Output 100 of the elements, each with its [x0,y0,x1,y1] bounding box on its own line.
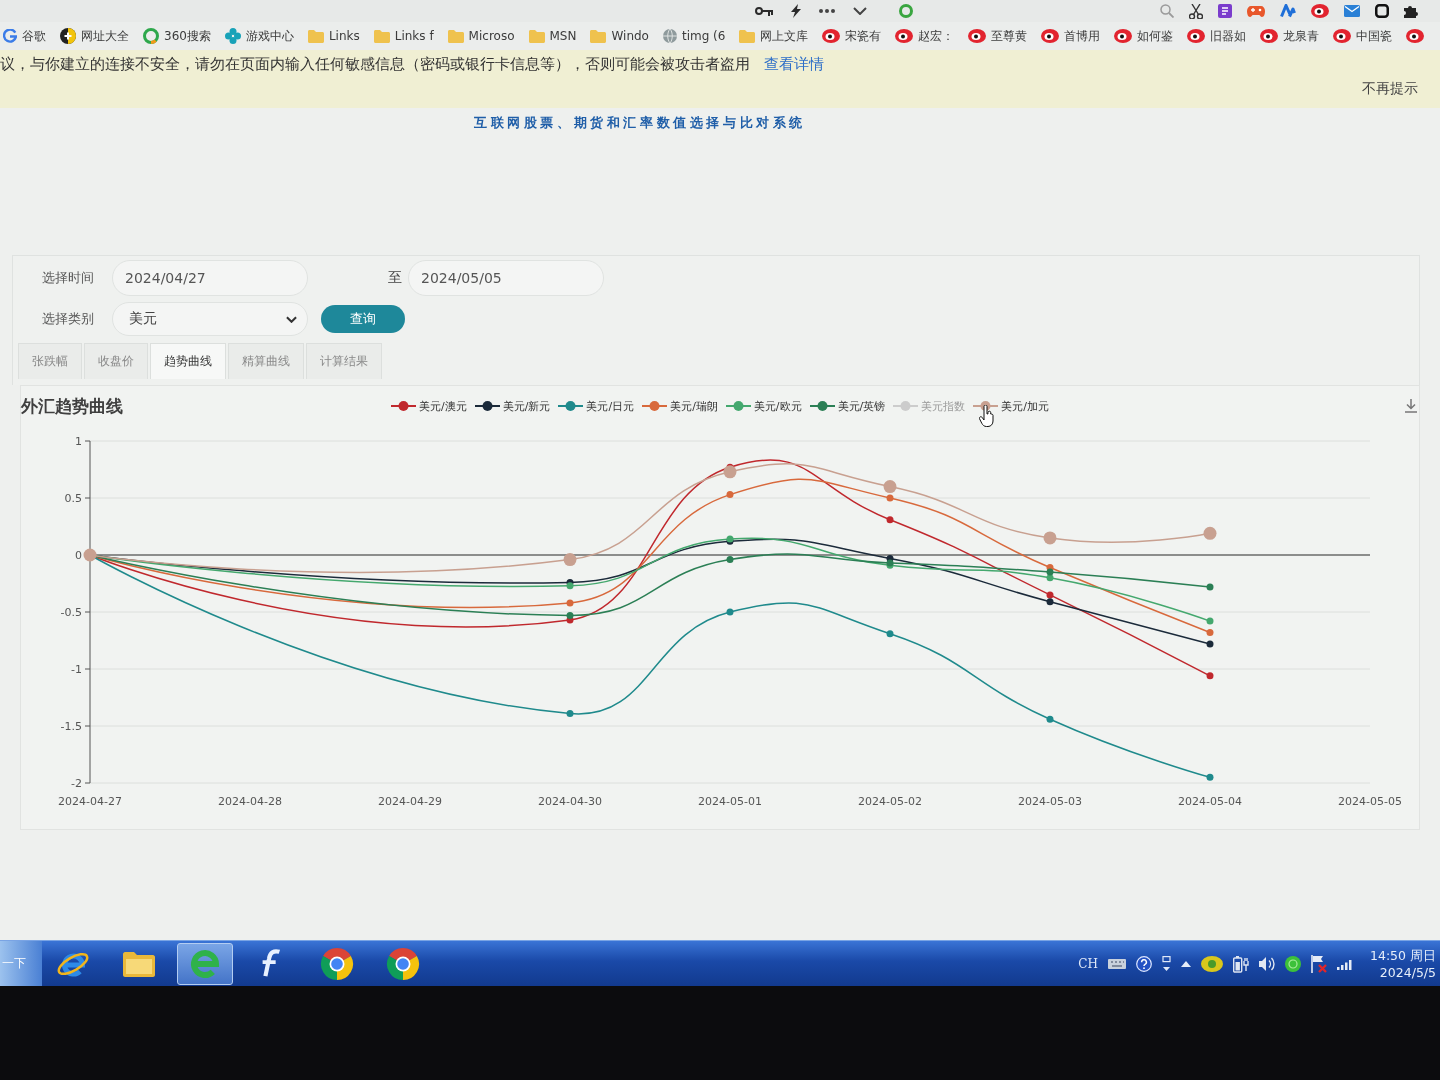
lightning-icon[interactable] [791,4,801,18]
data-point [566,599,574,607]
keyboard-icon[interactable] [1108,958,1126,969]
query-button[interactable]: 查询 [321,305,405,333]
chevron-down-icon[interactable] [853,7,867,15]
taskbar-clock[interactable]: 14:50 周日 2024/5/5 [1362,946,1436,981]
bookmark-folder[interactable]: 网上文库 [739,27,809,45]
peak-icon[interactable] [1280,4,1296,18]
legend-label: 美元指数 [921,398,966,414]
bookmark[interactable]: 360搜索 [143,27,211,45]
bookmark[interactable]: 如何鉴 [1114,27,1174,45]
key-icon[interactable] [755,6,773,16]
details-link[interactable]: 查看详情 [764,55,824,74]
axis-tick-label: 0.5 [64,492,82,505]
data-point [886,630,894,638]
bookmark[interactable]: 旧器如 [1187,27,1247,45]
flag-x-icon[interactable] [1311,954,1327,973]
bookmark[interactable]: 谷歌 [3,27,46,45]
legend-item[interactable]: 美元/英镑 [809,398,886,414]
bookmark[interactable]: 宋瓷有 [822,27,882,45]
circle-icon[interactable] [1285,955,1301,972]
input-language-indicator[interactable]: CH [1078,956,1098,971]
small-arrows-icon[interactable] [1162,956,1171,971]
eye-icon [1041,29,1060,43]
clover-icon [224,28,241,44]
legend-label: 美元/瑞朗 [670,398,718,414]
ring-icon [143,28,159,44]
axis-tick-label: -0.5 [60,606,82,619]
download-icon[interactable] [1405,399,1417,413]
data-point [886,516,894,524]
ring-icon[interactable] [899,4,913,18]
bookmark[interactable]: 至尊黄 [968,27,1028,45]
legend-marker-icon [893,400,919,412]
round-badge-icon[interactable] [1201,954,1223,973]
data-point [566,710,574,717]
data-point [1206,583,1214,591]
g-letter-icon [3,29,17,43]
envelope-icon[interactable] [1344,5,1360,17]
legend-item[interactable]: 美元/澳元 [391,398,467,414]
puzzle-icon[interactable] [1404,4,1418,18]
bookmark[interactable]: 游戏中心 [224,27,294,45]
more-icon[interactable] [819,9,835,13]
help-icon[interactable] [1136,955,1152,972]
bookmark-folder[interactable]: MSN [528,29,577,43]
caret-up-icon[interactable] [1181,960,1191,967]
page-title: 互联网股票、期货和汇率数值选择与比对系统 [474,114,806,132]
date-field[interactable]: 2024/04/27 [112,260,308,296]
battery-plug-icon[interactable] [1233,954,1249,973]
eye-icon[interactable] [1311,4,1329,18]
axis-tick-label: 2024-05-04 [1178,795,1242,808]
axis-tick-label: 2024-04-27 [58,795,122,808]
tab[interactable]: 趋势曲线 [150,343,226,379]
bookmark[interactable]: 网址大全 [60,27,129,45]
data-point [563,553,577,567]
rounded-square-icon[interactable] [1375,4,1389,18]
field-label: 至 [388,269,402,287]
data-point [726,608,734,616]
scissors-icon[interactable] [1189,3,1203,19]
bookmark-folder[interactable]: Microso [447,29,515,43]
date-field[interactable]: 2024/05/05 [408,260,604,296]
bookmark[interactable]: 首博用 [1041,27,1101,45]
folder-icon [122,949,156,978]
eye-icon [1187,29,1206,43]
data-point [1206,672,1214,680]
legend-item[interactable]: 美元/日元 [558,398,635,414]
segmented-circle-icon [320,946,354,981]
bookmark-folder[interactable]: Windo [590,29,649,43]
eye-icon [822,29,841,43]
bookmark[interactable]: 龙泉青 [1260,27,1320,45]
legend-item[interactable]: 美元/新元 [474,398,551,414]
plus-circle-icon [60,28,76,44]
data-point [83,548,97,562]
legend-item[interactable]: 美元/加元 [973,398,1049,414]
signal-bars-icon[interactable] [1337,957,1352,970]
bookmark-folder[interactable]: Links [307,29,360,43]
field-label: 选择类别 [42,310,95,328]
legend-item[interactable]: 美元/欧元 [725,398,802,414]
eye-icon [1260,29,1279,43]
speaker-icon[interactable] [1259,955,1275,972]
data-point [1206,773,1214,781]
legend-label: 美元/英镑 [837,398,886,414]
gamepad-icon[interactable] [1247,5,1265,17]
bookmark[interactable]: 中国瓷 [1333,27,1393,45]
notepad-icon[interactable] [1218,4,1232,18]
axis-tick-label: 2024-04-29 [378,795,442,808]
dismiss-button[interactable]: 不再提示 [1362,80,1418,98]
bookmark[interactable] [1406,29,1425,43]
folder-icon [739,29,756,43]
bookmark[interactable]: timg (6 [662,29,726,43]
notice-text: 议，与你建立的连接不安全，请勿在页面内输入任何敏感信息（密码或银行卡信息等），否则可能会被攻击者盗用 [0,55,750,74]
axis-tick-label: -1 [71,663,82,676]
category-dropdown[interactable]: 美元 [112,302,308,336]
bookmark[interactable]: 赵宏： [895,27,955,45]
axis-tick-label: -2 [71,777,82,790]
folder-icon [373,29,390,43]
bookmark-folder[interactable]: Links f [373,29,434,43]
axis-tick-label: 2024-04-28 [218,795,282,808]
legend-label: 美元/日元 [586,398,635,414]
legend-item[interactable]: 美元/瑞朗 [642,398,718,414]
folder-icon [307,29,324,43]
